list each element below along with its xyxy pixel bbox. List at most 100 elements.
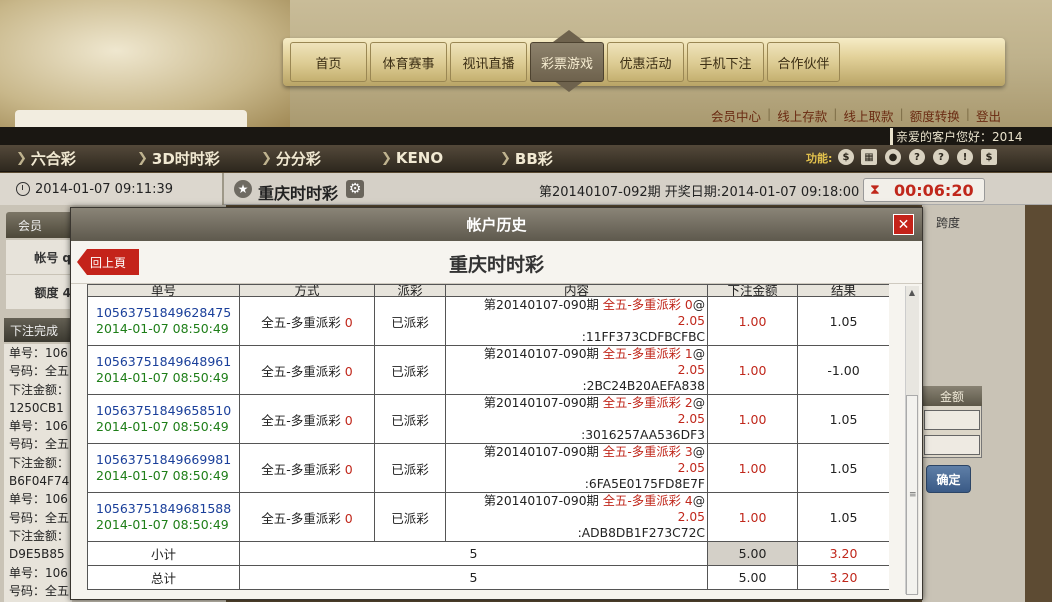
amount-input-2[interactable]: [924, 435, 980, 455]
content-at: @: [692, 298, 705, 312]
link-logout[interactable]: 登出: [970, 106, 1007, 125]
dollar-icon[interactable]: $: [981, 149, 997, 165]
star-icon[interactable]: ★: [234, 180, 252, 198]
cat-bb[interactable]: ❯ BB彩: [500, 147, 553, 169]
user-icon[interactable]: ●: [885, 149, 901, 165]
bet-time: 2014-01-07 08:50:49: [96, 468, 229, 483]
nav-partners[interactable]: 合作伙伴: [767, 42, 840, 82]
cat-keno[interactable]: ❯ KENO: [381, 147, 443, 169]
col-method: 方式: [239, 284, 375, 297]
link-transfer[interactable]: 额度转换: [904, 106, 966, 125]
content-cell: 第20140107-090期 全五-多重派彩 1@ 2.05:2BC24B20AE…: [445, 345, 708, 395]
table-header-row: 单号 方式 派彩 内容 下注金额 结果: [87, 284, 889, 297]
subtotal-amount: 5.00: [707, 541, 798, 566]
bet-id[interactable]: 10563751849669981: [96, 452, 239, 468]
bet-id[interactable]: 10563751849628475: [96, 305, 239, 321]
amount-cell: 1.00: [707, 394, 798, 444]
clock-icon: [16, 182, 30, 196]
result-cell: 1.05: [797, 443, 889, 493]
confirm-button[interactable]: 确定: [926, 465, 971, 493]
odds: 2.05: [677, 461, 705, 475]
total-row: 总计 5 5.00 3.20: [87, 565, 889, 590]
bet-line: B6F04F74: [9, 474, 70, 489]
cat-3d[interactable]: ❯ 3D时时彩: [137, 147, 220, 169]
close-icon[interactable]: ✕: [893, 214, 914, 235]
method-text: 全五-多重派彩: [261, 363, 345, 379]
total-count: 5: [239, 565, 708, 590]
scroll-up-icon[interactable]: ▲: [905, 288, 919, 300]
subtotal-label: 小计: [87, 541, 240, 566]
bet-id[interactable]: 10563751849681588: [96, 501, 239, 517]
nav-promotions[interactable]: 优惠活动: [607, 42, 684, 82]
game-title: 重庆时时彩: [258, 184, 339, 203]
link-deposit[interactable]: 线上存款: [771, 106, 833, 125]
method-num: 0: [344, 314, 353, 330]
chevron-right-icon: ❯: [16, 150, 27, 166]
bet-line: 号码：全五: [9, 364, 70, 379]
col-id: 单号: [87, 284, 240, 297]
period-text: 第20140107-090期: [483, 396, 603, 410]
table-row: 10563751849628475 2014-01-07 08:50:49 全五-…: [87, 296, 889, 346]
content-pick: 全五-多重派彩 3: [602, 445, 693, 459]
member-header-label: 会员: [18, 218, 43, 233]
bet-code: :11FF373CDFBCFBC: [581, 330, 705, 344]
bet-id-cell: 10563751849669981 2014-01-07 08:50:49: [87, 443, 240, 493]
question-icon[interactable]: ?: [933, 149, 949, 165]
hourglass-icon: ⧗: [870, 182, 880, 198]
bet-id[interactable]: 10563751849648961: [96, 354, 239, 370]
chevron-right-icon: ❯: [261, 150, 272, 166]
table-row: 10563751849681588 2014-01-07 08:50:49 全五-…: [87, 492, 889, 542]
calendar-icon[interactable]: ▦: [861, 149, 877, 165]
bet-line: 单号：106: [9, 346, 68, 360]
bet-id[interactable]: 10563751849658510: [96, 403, 239, 419]
account-label: 帐号 q: [34, 250, 71, 265]
bet-line: 1250CB1: [9, 400, 64, 415]
nav-live-video[interactable]: 视讯直播: [450, 42, 527, 82]
bet-line: 号码：全五: [9, 583, 70, 598]
cat-label: KENO: [395, 149, 444, 167]
bet-complete-list: 单号：106 号码：全五 下注金额： 1250CB1 单号：106 号码：全五 …: [4, 344, 72, 602]
bet-time: 2014-01-07 08:50:49: [96, 370, 229, 385]
bet-line: 单号：106: [9, 565, 68, 580]
method-num: 0: [344, 461, 353, 477]
content-cell: 第20140107-090期 全五-多重派彩 3@ 2.05:6FA5E0175F…: [445, 443, 708, 493]
link-withdraw[interactable]: 线上取款: [837, 106, 899, 125]
shield-icon[interactable]: !: [957, 149, 973, 165]
method-text: 全五-多重派彩: [261, 510, 345, 526]
chevron-right-icon: ❯: [500, 150, 511, 166]
site-logo[interactable]: [0, 0, 290, 127]
content-pick: 全五-多重派彩 1: [602, 347, 693, 361]
gear-icon[interactable]: ⚙: [346, 180, 364, 198]
result-cell: 1.05: [797, 394, 889, 444]
logo-caption: [15, 110, 247, 127]
content-at: @: [692, 494, 705, 508]
link-member-center[interactable]: 会员中心: [705, 106, 767, 125]
nav-mobile[interactable]: 手机下注: [687, 42, 764, 82]
cat-label: 分分彩: [275, 149, 321, 168]
help-icon[interactable]: ?: [909, 149, 925, 165]
amount-header: 金额: [922, 386, 982, 406]
content-pick: 全五-多重派彩 0: [602, 298, 693, 312]
bet-line: 下注金额：: [9, 528, 70, 543]
cat-mark6[interactable]: ❯ 六合彩: [16, 147, 76, 169]
table-row: 10563751849648961 2014-01-07 08:50:49 全五-…: [87, 345, 889, 395]
method-num: 0: [344, 363, 353, 379]
nav-sports[interactable]: 体育赛事: [370, 42, 447, 82]
cat-minute[interactable]: ❯ 分分彩: [261, 147, 321, 169]
nav-lottery[interactable]: 彩票游戏: [530, 42, 604, 82]
total-result: 3.20: [797, 565, 889, 590]
content-pick: 全五-多重派彩 2: [602, 396, 693, 410]
method-text: 全五-多重派彩: [261, 412, 345, 428]
modal-title: 帐户历史: [71, 208, 922, 241]
odds: 2.05: [677, 412, 705, 426]
amount-cell: 1.00: [707, 296, 798, 346]
content-at: @: [692, 347, 705, 361]
bet-line: D9E5B85: [9, 547, 65, 562]
status-cell: 已派彩: [374, 296, 446, 346]
table-row: 10563751849658510 2014-01-07 08:50:49 全五-…: [87, 394, 889, 444]
member-header: 会员: [6, 212, 76, 238]
countdown-box: ⧗ 00:06:20: [863, 178, 985, 202]
nav-home[interactable]: 首页: [290, 42, 367, 82]
amount-input-1[interactable]: [924, 410, 980, 430]
coins-icon[interactable]: $: [838, 149, 854, 165]
